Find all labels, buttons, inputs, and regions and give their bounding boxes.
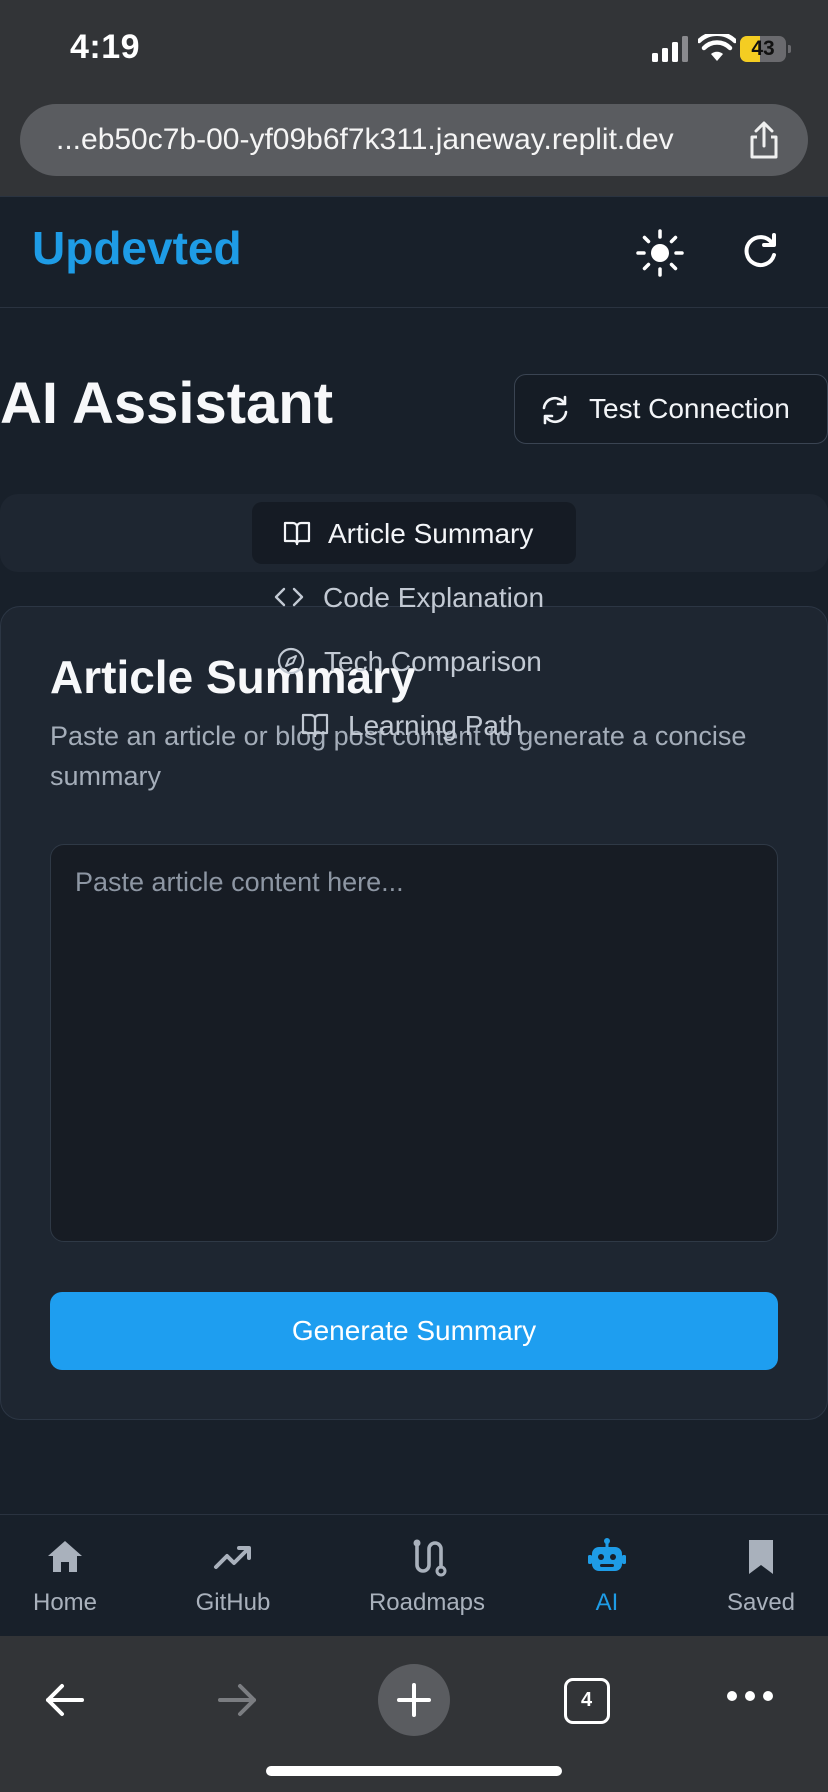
battery-icon: 43 bbox=[740, 36, 791, 62]
nav-ai[interactable]: AI bbox=[542, 1515, 672, 1637]
home-icon bbox=[48, 1541, 82, 1572]
nav-saved[interactable]: Saved bbox=[696, 1515, 826, 1637]
url-text: ...eb50c7b-00-yf09b6f7k311.janeway.repli… bbox=[56, 123, 674, 156]
bookmark-icon bbox=[749, 1540, 773, 1574]
tab-code-explanation[interactable]: Code Explanation bbox=[274, 578, 574, 618]
more-options-icon[interactable] bbox=[726, 1684, 774, 1708]
tab-label: Code Explanation bbox=[323, 582, 545, 613]
tab-article-summary[interactable]: Article Summary bbox=[282, 514, 572, 554]
nav-label: GitHub bbox=[195, 1589, 271, 1616]
tabs-button[interactable]: 4 bbox=[564, 1678, 610, 1724]
brand-logo[interactable]: Updevted bbox=[32, 221, 242, 275]
compass-icon bbox=[277, 647, 305, 675]
nav-label: Home bbox=[32, 1589, 98, 1616]
address-bar[interactable]: ...eb50c7b-00-yf09b6f7k311.janeway.repli… bbox=[20, 104, 808, 176]
nav-label: Roadmaps bbox=[368, 1589, 486, 1616]
bottom-navigation: Home GitHub Roadmaps AI Saved bbox=[0, 1514, 828, 1636]
tab-learning-path[interactable]: Learning Path bbox=[300, 706, 560, 746]
route-icon bbox=[413, 1539, 447, 1577]
new-tab-button[interactable] bbox=[378, 1664, 450, 1736]
page-title: AI Assistant bbox=[0, 371, 334, 436]
code-icon bbox=[274, 587, 304, 607]
cellular-signal-icon bbox=[652, 36, 688, 62]
article-content-input[interactable] bbox=[50, 844, 778, 1242]
status-time: 4:19 bbox=[70, 28, 141, 66]
nav-home[interactable]: Home bbox=[0, 1515, 130, 1637]
tab-label: Learning Path bbox=[348, 710, 523, 741]
tab-label: Article Summary bbox=[328, 518, 534, 549]
bot-icon bbox=[588, 1538, 626, 1571]
back-arrow-icon[interactable] bbox=[40, 1676, 88, 1724]
nav-roadmaps[interactable]: Roadmaps bbox=[362, 1515, 492, 1637]
nav-label: AI bbox=[595, 1589, 619, 1616]
book-open-icon bbox=[301, 713, 329, 738]
nav-label: Saved bbox=[726, 1589, 796, 1616]
tab-tech-comparison[interactable]: Tech Comparison bbox=[276, 642, 576, 682]
trending-up-icon bbox=[214, 1546, 251, 1569]
tab-count: 4 bbox=[580, 1689, 593, 1711]
generate-summary-button[interactable]: Generate Summary bbox=[50, 1292, 778, 1370]
tab-label: Tech Comparison bbox=[324, 646, 542, 677]
nav-github[interactable]: GitHub bbox=[168, 1515, 298, 1637]
sun-icon[interactable] bbox=[632, 225, 688, 281]
app-header: Updevted bbox=[0, 196, 828, 308]
book-open-icon bbox=[283, 521, 311, 546]
home-indicator bbox=[266, 1766, 562, 1776]
test-connection-label: Test Connection bbox=[589, 393, 790, 424]
refresh-cw-icon bbox=[542, 395, 568, 425]
share-icon[interactable] bbox=[742, 118, 786, 162]
plus-icon bbox=[397, 1683, 431, 1717]
forward-arrow-icon[interactable] bbox=[214, 1676, 262, 1724]
wifi-icon bbox=[698, 34, 736, 61]
test-connection-button[interactable]: Test Connection bbox=[514, 374, 828, 444]
refresh-icon[interactable] bbox=[732, 225, 788, 281]
battery-level: 43 bbox=[751, 37, 775, 60]
